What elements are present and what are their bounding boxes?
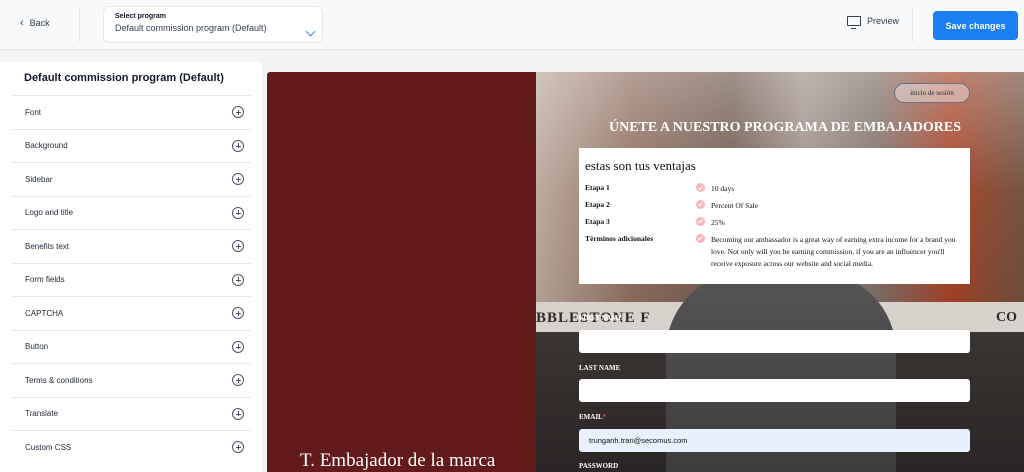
check-circle-icon [696, 183, 705, 192]
brand-title: T. Embajador de la marca [300, 450, 496, 471]
email-input[interactable] [579, 429, 970, 452]
benefit-row: Etapa 2 Percent Of Sale [585, 199, 964, 212]
password-label-text: PASSWORD [579, 462, 619, 470]
check-circle-icon [696, 233, 705, 243]
sidebar-list: Font Background Sidebar Logo and title B… [12, 95, 251, 464]
program-select-value: Default commission program (Default) [115, 23, 267, 33]
sidebar-title: Default commission program (Default) [24, 72, 224, 84]
sidebar-item-label: Sidebar [25, 174, 53, 184]
sidebar-item-label: Form fields [25, 275, 65, 285]
benefit-label: Etapa 1 [585, 183, 610, 192]
sidebar-item-benefits-text[interactable]: Benefits text [12, 229, 251, 263]
email-label-text: EMAIL [579, 413, 603, 421]
sidebar-item-translate[interactable]: Translate [12, 396, 251, 431]
first-name-input[interactable] [579, 330, 970, 353]
password-label: PASSWORD [579, 462, 618, 470]
monitor-icon [847, 16, 861, 29]
sidebar-item-font[interactable]: Font [12, 95, 251, 129]
benefits-title: estas son tus ventajas [585, 158, 696, 173]
sidebar-item-label: Button [25, 342, 49, 352]
chevron-down-icon [305, 26, 316, 37]
sidebar-item-form-fields[interactable]: Form fields [12, 262, 251, 297]
sidebar-item-background[interactable]: Background [12, 128, 251, 163]
signup-page-preview: T. Embajador de la marca BBLESTONE F CO … [267, 72, 1024, 472]
back-button[interactable]: ‹ Back [20, 17, 50, 29]
check-circle-icon [696, 216, 705, 226]
login-button[interactable]: inicio de sesión [894, 83, 970, 103]
plus-circle-icon[interactable] [232, 106, 244, 119]
first-name-label: FIRST NAME [579, 314, 623, 322]
sidebar-item-label: Logo and title [25, 208, 74, 218]
back-label: Back [29, 18, 50, 28]
benefit-value: Percent Of Sale [711, 200, 759, 210]
benefits-card: estas son tus ventajas Etapa 1 10 days E… [579, 148, 970, 284]
sidebar-item-label: Custom CSS [25, 442, 72, 452]
sidebar-item-terms[interactable]: Terms & conditions [12, 363, 251, 397]
benefit-label: Etapa 3 [585, 216, 610, 226]
sidebar-item-label: Background [25, 141, 68, 151]
sidebar-item-captcha[interactable]: CAPTCHA [12, 296, 251, 330]
benefit-label: Términos adicionales [585, 233, 654, 243]
divider [912, 8, 913, 42]
plus-circle-icon[interactable] [232, 240, 244, 253]
benefit-label: Etapa 2 [585, 199, 610, 209]
sidebar-item-button[interactable]: Button [12, 329, 251, 364]
program-select[interactable]: Select program Default commission progra… [103, 6, 323, 43]
preview-button[interactable]: Preview [847, 16, 900, 29]
program-select-label: Select program [115, 13, 166, 20]
sidebar-item-label: Font [25, 107, 42, 117]
plus-circle-icon[interactable] [232, 307, 244, 320]
chevron-left-icon: ‹ [20, 17, 24, 29]
email-label: EMAIL* [579, 413, 606, 421]
sidebar-item-label: Terms & conditions [25, 375, 93, 385]
plus-circle-icon[interactable] [232, 139, 244, 152]
last-name-input[interactable] [579, 379, 970, 402]
last-name-label: LAST NAME [579, 364, 620, 372]
plus-circle-icon[interactable] [232, 374, 244, 387]
sidebar-item-custom-css[interactable]: Custom CSS [12, 430, 251, 464]
divider [79, 8, 80, 42]
plus-circle-icon[interactable] [232, 173, 244, 186]
plus-circle-icon[interactable] [232, 273, 244, 286]
sidebar-item-label: Translate [25, 409, 59, 419]
sidebar-item-sidebar[interactable]: Sidebar [12, 162, 251, 196]
check-circle-icon [696, 199, 705, 209]
save-changes-button[interactable]: Save changes [933, 11, 1018, 40]
benefit-row: Términos adicionales Becoming our ambass… [585, 233, 964, 271]
preview-label: Preview [867, 16, 900, 26]
benefit-row: Etapa 3 25% [585, 216, 964, 229]
benefit-value: 25% [711, 217, 725, 227]
settings-sidebar: Default commission program (Default) Fon… [0, 62, 262, 472]
first-name-label-text: FIRST NAME [579, 314, 623, 322]
plus-circle-icon[interactable] [232, 206, 244, 219]
sidebar-item-label: Benefits text [25, 241, 70, 251]
photo-storefront-sign-2: CO [996, 310, 1017, 325]
benefit-row: Etapa 1 10 days [585, 183, 964, 195]
last-name-label-text: LAST NAME [579, 364, 621, 372]
sidebar-item-label: CAPTCHA [25, 308, 64, 318]
plus-circle-icon[interactable] [232, 441, 244, 454]
plus-circle-icon[interactable] [232, 340, 244, 353]
sidebar-item-logo-and-title[interactable]: Logo and title [12, 195, 251, 230]
brand-panel: T. Embajador de la marca [267, 72, 536, 472]
required-mark: * [602, 413, 607, 421]
benefit-value: 10 days [711, 184, 735, 193]
benefit-value: Becoming our ambassador is a great way o… [711, 234, 956, 269]
plus-circle-icon[interactable] [232, 407, 244, 420]
top-bar: ‹ Back Select program Default commission… [0, 0, 1024, 50]
join-title: ÚNETE A NUESTRO PROGRAMA DE EMBAJADORES [609, 120, 961, 135]
